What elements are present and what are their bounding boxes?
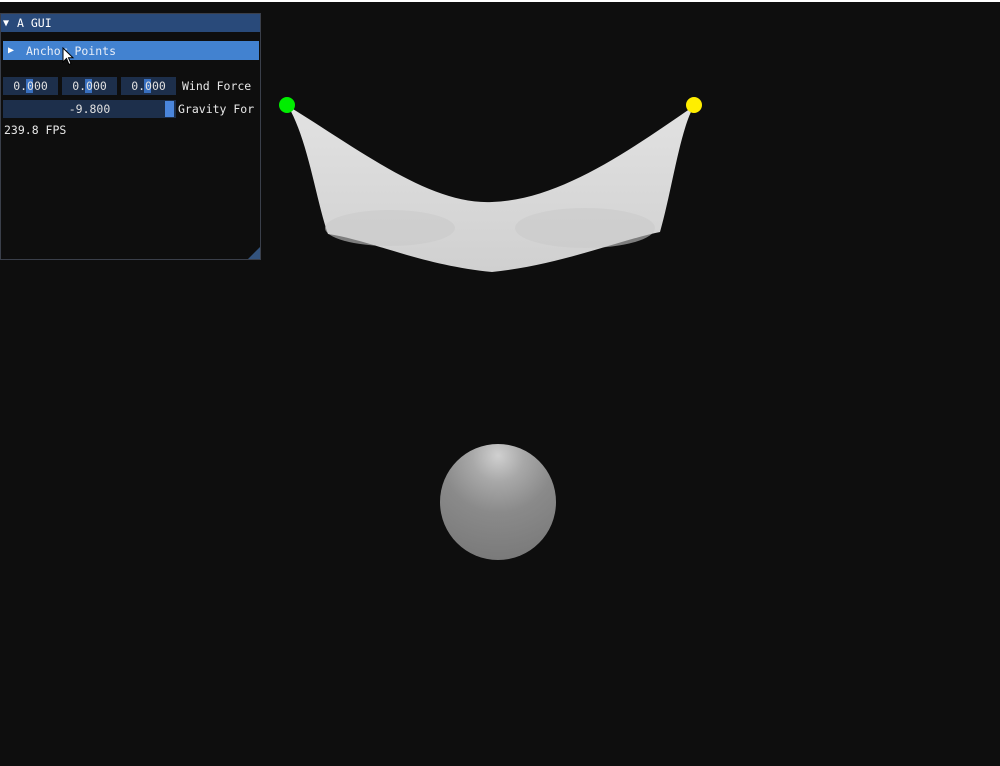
collapse-arrow-icon[interactable]: ▼: [3, 18, 15, 29]
cloth-fold-right: [515, 208, 655, 248]
gravity-force-row: -9.800 Gravity For: [3, 100, 254, 118]
anchor-point-right[interactable]: [686, 97, 702, 113]
anchor-point-left[interactable]: [279, 97, 295, 113]
wind-force-row: 0.000 0.000 0.000 Wind Force: [3, 77, 251, 95]
fps-counter: 239.8 FPS: [4, 123, 67, 137]
mouse-pointer-icon: [62, 47, 75, 66]
cloth-fold-left: [325, 210, 455, 246]
gui-window[interactable]: ▼ A GUI ▶ Anchor Points 0.000 0.000 0.00…: [0, 13, 261, 260]
anchor-points-header[interactable]: ▶ Anchor Points: [3, 41, 259, 60]
wind-force-y-input[interactable]: 0.000: [62, 77, 117, 95]
wind-force-z-input[interactable]: 0.000: [121, 77, 176, 95]
wind-force-label: Wind Force: [182, 79, 252, 93]
gui-window-title: A GUI: [17, 16, 52, 30]
gravity-force-label: Gravity For: [178, 102, 255, 116]
gui-title-bar[interactable]: ▼ A GUI: [1, 14, 260, 32]
wind-force-y-value: 0.000: [72, 79, 107, 93]
gravity-force-value: -9.800: [68, 102, 111, 116]
collision-sphere: [440, 444, 556, 560]
wind-force-x-value: 0.000: [13, 79, 48, 93]
cloth-mesh: [288, 106, 694, 272]
slider-grab-handle[interactable]: [165, 101, 174, 117]
expand-arrow-icon: ▶: [8, 45, 15, 56]
resize-grip-icon[interactable]: [248, 247, 260, 259]
wind-force-z-value: 0.000: [131, 79, 166, 93]
gravity-force-slider[interactable]: -9.800: [3, 100, 176, 118]
wind-force-x-input[interactable]: 0.000: [3, 77, 58, 95]
